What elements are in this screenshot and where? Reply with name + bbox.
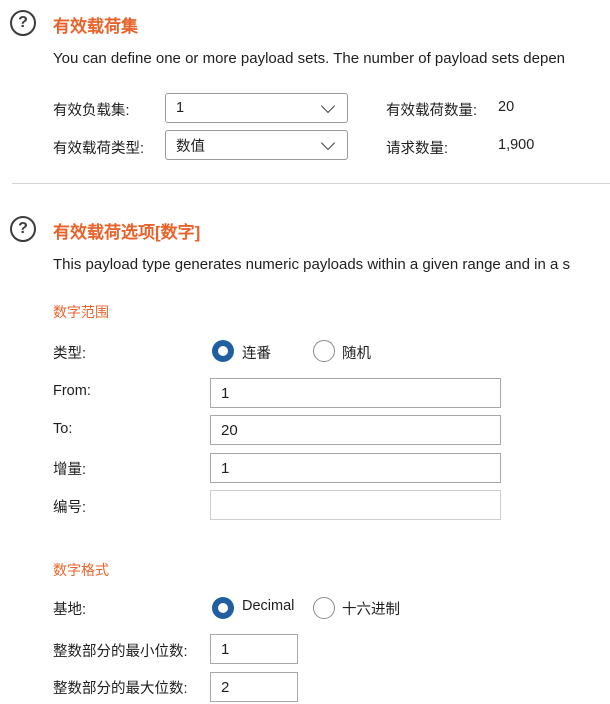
payload-options-title: 有效载荷选项[数字] [53, 223, 201, 242]
howmany-label: 编号: [53, 500, 87, 516]
section-divider [12, 183, 610, 184]
help-icon[interactable]: ? [10, 216, 36, 242]
payload-type-value: 数值 [176, 138, 205, 155]
request-count-label: 请求数量: [386, 141, 449, 157]
radio-sequential[interactable] [212, 340, 234, 362]
radio-decimal-label[interactable]: Decimal [242, 598, 294, 614]
radio-hex-label[interactable]: 十六进制 [342, 598, 400, 619]
max-int-digits-label: 整数部分的最大位数: [53, 681, 188, 697]
number-format-heading: 数字格式 [53, 562, 109, 578]
payload-set-value: 1 [176, 100, 185, 116]
step-label: 增量: [53, 462, 87, 478]
chevron-down-icon [320, 98, 336, 113]
from-input[interactable]: 1 [210, 378, 501, 408]
payload-count-label: 有效载荷数量: [386, 103, 478, 119]
radio-hex[interactable] [313, 597, 335, 619]
radio-random[interactable] [313, 340, 335, 362]
request-count-value: 1,900 [498, 137, 535, 153]
to-input[interactable]: 20 [210, 415, 501, 445]
payload-set-select[interactable]: 1 [165, 93, 348, 123]
min-int-digits-input[interactable]: 1 [210, 634, 298, 664]
base-label: 基地: [53, 602, 87, 618]
min-int-digits-label: 整数部分的最小位数: [53, 644, 188, 660]
payload-count-value: 20 [498, 99, 515, 115]
radio-random-label[interactable]: 随机 [342, 342, 371, 363]
step-input[interactable]: 1 [210, 453, 501, 483]
number-range-heading: 数字范围 [53, 304, 109, 320]
payload-type-select[interactable]: 数值 [165, 130, 348, 160]
type-label: 类型: [53, 346, 87, 362]
chevron-down-icon [320, 135, 336, 150]
payload-type-label: 有效载荷类型: [53, 141, 145, 157]
help-icon[interactable]: ? [10, 10, 36, 36]
howmany-input[interactable] [210, 490, 501, 520]
to-label: To: [53, 421, 73, 437]
radio-decimal[interactable] [212, 597, 234, 619]
payload-options-description: This payload type generates numeric payl… [53, 256, 570, 273]
payload-sets-title: 有效载荷集 [53, 17, 138, 36]
payload-set-label: 有效负载集: [53, 103, 130, 119]
payload-sets-description: You can define one or more payload sets.… [53, 50, 566, 67]
max-int-digits-input[interactable]: 2 [210, 672, 298, 702]
from-label: From: [53, 383, 91, 399]
radio-sequential-label[interactable]: 连番 [242, 342, 271, 363]
